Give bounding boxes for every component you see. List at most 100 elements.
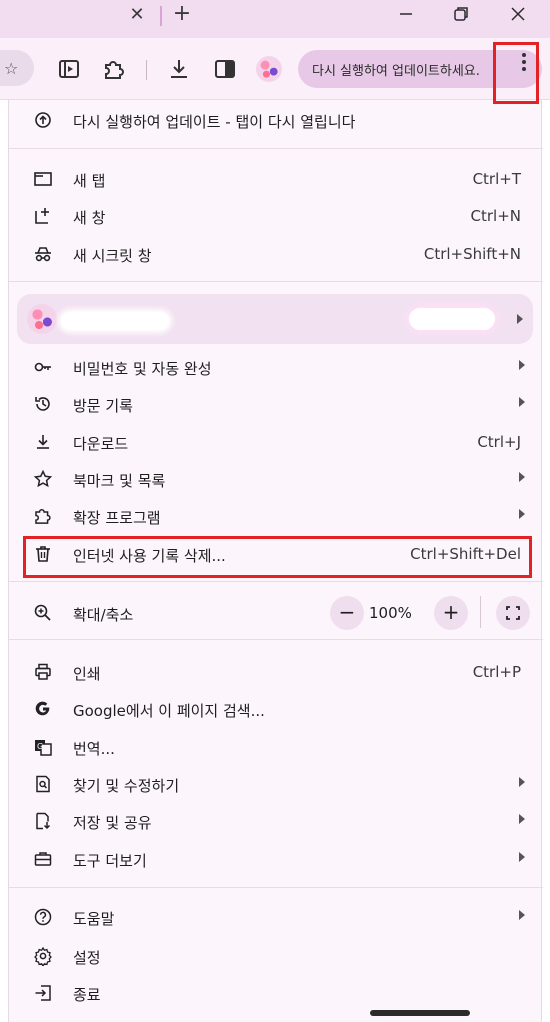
zoom-icon xyxy=(33,603,53,623)
menu-divider xyxy=(9,639,543,640)
star-icon xyxy=(33,469,53,489)
menu-item-help[interactable]: 도움말 xyxy=(9,899,543,935)
translate-icon: G xyxy=(33,737,53,757)
google-g-icon xyxy=(33,699,53,719)
side-panel-icon[interactable] xyxy=(212,56,238,82)
menu-item-more-tools[interactable]: 도구 더보기 xyxy=(9,841,543,877)
history-icon xyxy=(33,394,53,414)
redacted-profile-name xyxy=(61,312,169,330)
menu-item-settings[interactable]: 설정 xyxy=(9,938,543,974)
key-icon xyxy=(33,357,53,377)
menu-divider xyxy=(9,887,543,888)
menu-item-google-search[interactable]: Google에서 이 페이지 검색... xyxy=(9,691,543,727)
menu-item-exit[interactable]: 종료 xyxy=(9,975,543,1011)
menu-item-translate[interactable]: G 번역... xyxy=(9,729,543,765)
puzzle-icon xyxy=(33,506,53,526)
menu-item-label: 도구 더보기 xyxy=(73,852,147,870)
menu-item-bookmarks[interactable]: 북마크 및 목록 xyxy=(9,461,543,497)
download-icon xyxy=(33,432,53,452)
menu-item-new-tab[interactable]: 새 탭 Ctrl+T xyxy=(9,161,543,197)
menu-item-label: 북마크 및 목록 xyxy=(73,472,166,490)
menu-item-label: 번역... xyxy=(73,740,115,758)
submenu-arrow-icon xyxy=(519,397,525,407)
reading-mode-icon[interactable] xyxy=(56,56,82,82)
menu-item-incognito[interactable]: 새 시크릿 창 Ctrl+Shift+N xyxy=(9,236,543,272)
zoom-in-button[interactable]: + xyxy=(434,596,468,630)
submenu-arrow-icon xyxy=(519,852,525,862)
svg-text:G: G xyxy=(37,742,43,751)
redacted-profile-email xyxy=(409,308,495,330)
menu-item-label: 다운로드 xyxy=(73,435,129,453)
save-share-icon xyxy=(33,811,53,831)
zoom-out-button[interactable]: − xyxy=(330,596,364,630)
menu-item-shortcut: Ctrl+J xyxy=(477,433,521,451)
close-tab-icon[interactable]: ✕ xyxy=(128,4,146,26)
menu-divider xyxy=(9,581,543,582)
bookmark-star-icon[interactable]: ☆ xyxy=(4,59,18,78)
menu-divider xyxy=(9,281,543,282)
menu-item-shortcut: Ctrl+Shift+N xyxy=(423,245,521,263)
submenu-arrow-icon xyxy=(519,360,525,370)
restore-icon[interactable] xyxy=(449,2,473,26)
profile-avatar-icon xyxy=(27,304,57,334)
bottom-bar-fragment xyxy=(370,1010,470,1016)
zoom-divider xyxy=(480,596,481,628)
new-window-icon xyxy=(33,206,53,226)
new-tab-icon xyxy=(33,169,53,189)
menu-item-shortcut: Ctrl+T xyxy=(472,170,521,188)
exit-icon xyxy=(33,983,53,1003)
submenu-arrow-icon xyxy=(519,509,525,519)
submenu-arrow-icon xyxy=(519,814,525,824)
new-tab-plus-icon[interactable]: + xyxy=(172,3,192,25)
fullscreen-icon xyxy=(506,606,520,620)
tab-separator xyxy=(160,6,162,26)
menu-item-relaunch-update[interactable]: 다시 실행하여 업데이트 - 탭이 다시 열립니다 xyxy=(9,102,543,138)
menu-item-extensions[interactable]: 확장 프로그램 xyxy=(9,498,543,534)
find-page-icon xyxy=(33,774,53,794)
menu-item-label: 설정 xyxy=(73,949,101,967)
gear-icon xyxy=(33,946,53,968)
menu-item-label: 새 시크릿 창 xyxy=(73,247,152,265)
profile-avatar-icon[interactable] xyxy=(256,56,282,82)
menu-item-label: 확장 프로그램 xyxy=(73,509,161,527)
menu-divider xyxy=(9,148,543,149)
menu-item-downloads[interactable]: 다운로드 Ctrl+J xyxy=(9,424,543,460)
menu-item-label: 찾기 및 수정하기 xyxy=(73,777,180,795)
menu-item-label: 확대/축소 xyxy=(73,606,134,624)
menu-item-label: 저장 및 공유 xyxy=(73,814,152,832)
menu-item-find-edit[interactable]: 찾기 및 수정하기 xyxy=(9,766,543,802)
close-window-icon[interactable] xyxy=(506,2,530,26)
title-bar: ✕ + xyxy=(0,0,550,38)
menu-item-label: 다시 실행하여 업데이트 - 탭이 다시 열립니다 xyxy=(73,113,356,131)
menu-item-label: 새 창 xyxy=(73,209,106,227)
profile-row[interactable] xyxy=(17,294,533,344)
menu-item-shortcut: Ctrl+N xyxy=(470,207,521,225)
menu-item-label: 종료 xyxy=(73,986,101,1004)
menu-item-label: 비밀번호 및 자동 완성 xyxy=(73,360,212,378)
zoom-level: 100% xyxy=(369,604,412,622)
menu-item-new-window[interactable]: 새 창 Ctrl+N xyxy=(9,198,543,234)
extensions-puzzle-icon[interactable] xyxy=(100,56,126,82)
update-button-label: 다시 실행하여 업데이트하세요. xyxy=(312,64,480,79)
menu-item-print[interactable]: 인쇄 Ctrl+P xyxy=(9,654,543,690)
printer-icon xyxy=(33,662,53,682)
menu-item-save-share[interactable]: 저장 및 공유 xyxy=(9,803,543,839)
highlight-box-menu-button xyxy=(493,42,539,104)
toolbar-divider xyxy=(146,60,147,80)
fullscreen-button[interactable] xyxy=(496,596,530,630)
menu-item-label: 도움말 xyxy=(73,910,115,928)
incognito-icon xyxy=(33,244,53,264)
minimize-icon[interactable] xyxy=(394,2,418,26)
update-arrow-icon xyxy=(33,110,53,130)
menu-item-passwords[interactable]: 비밀번호 및 자동 완성 xyxy=(9,349,543,385)
menu-item-label: 인쇄 xyxy=(73,665,101,683)
menu-item-history[interactable]: 방문 기록 xyxy=(9,386,543,422)
help-icon xyxy=(33,907,53,927)
submenu-arrow-icon xyxy=(517,314,523,324)
toolbar: ☆ 다시 실행하여 업데이트하세요. xyxy=(0,38,550,100)
submenu-arrow-icon xyxy=(519,910,525,920)
download-icon[interactable] xyxy=(166,56,192,82)
menu-item-shortcut: Ctrl+P xyxy=(472,663,521,681)
menu-item-label: Google에서 이 페이지 검색... xyxy=(73,702,265,720)
submenu-arrow-icon xyxy=(519,472,525,482)
